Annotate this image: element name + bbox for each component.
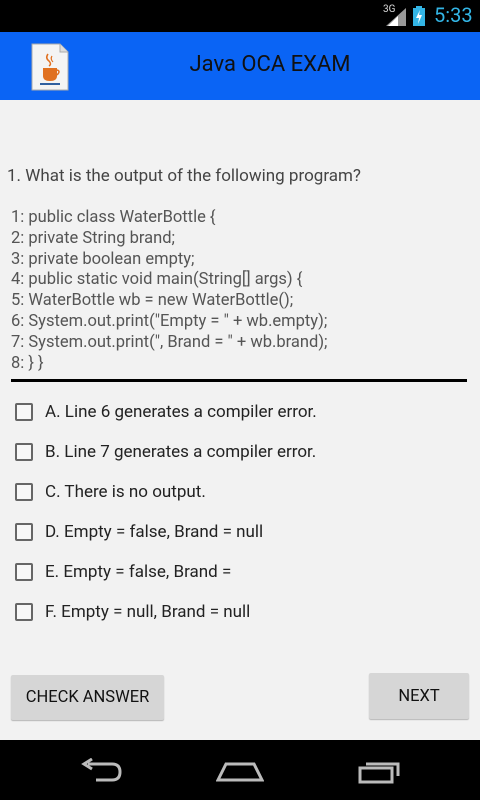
home-icon[interactable] (216, 760, 264, 782)
app-title: Java OCA EXAM (189, 52, 351, 77)
code-line: 1: public class WaterBottle { (11, 208, 216, 227)
checkbox[interactable] (15, 443, 33, 461)
option-c[interactable]: C. There is no output. (15, 472, 317, 512)
option-d[interactable]: D. Empty = false, Brand = null (15, 512, 317, 552)
option-label: E. Empty = false, Brand = (45, 562, 232, 582)
code-line: 3: private boolean empty; (11, 249, 195, 269)
code-line: 7: System.out.print(", Brand = " + wb.br… (11, 332, 328, 352)
option-a[interactable]: A. Line 6 generates a compiler error. (15, 392, 317, 432)
code-line: 2: private String brand; (11, 228, 176, 248)
signal-icon (386, 8, 406, 26)
next-button[interactable]: NEXT (369, 673, 469, 719)
check-answer-button[interactable]: CHECK ANSWER (11, 675, 164, 720)
code-line: 4: public static void main(String[] args… (11, 270, 303, 290)
clock: 5:33 (434, 3, 473, 27)
checkbox[interactable] (15, 483, 33, 501)
option-label: B. Line 7 generates a compiler error. (45, 442, 317, 462)
option-label: C. There is no output. (45, 482, 206, 502)
checkbox[interactable] (15, 523, 33, 541)
option-label: F. Empty = null, Brand = null (45, 602, 251, 622)
checkbox[interactable] (15, 603, 33, 621)
option-b[interactable]: B. Line 7 generates a compiler error. (15, 432, 317, 472)
option-e[interactable]: E. Empty = false, Brand = (15, 552, 317, 592)
answer-options: A. Line 6 generates a compiler error. B.… (15, 392, 317, 632)
action-bar: Java OCA EXAM (0, 32, 480, 100)
question-text: 1. What is the output of the following p… (7, 166, 361, 186)
option-f[interactable]: F. Empty = null, Brand = null (15, 592, 317, 632)
status-bar: 3G 5:33 (0, 0, 480, 32)
checkbox[interactable] (15, 563, 33, 581)
option-label: D. Empty = false, Brand = null (45, 522, 264, 542)
code-line: 5: WaterBottle wb = new WaterBottle(); (11, 291, 294, 311)
code-line: 6: System.out.print("Empty = " + wb.empt… (11, 311, 328, 331)
code-line: 8: } } (11, 353, 44, 373)
battery-charging-icon (413, 6, 425, 26)
back-icon[interactable] (78, 758, 122, 784)
checkbox[interactable] (15, 403, 33, 421)
recents-icon[interactable] (358, 758, 404, 784)
divider (11, 379, 467, 382)
navigation-bar (0, 740, 480, 800)
code-block: 1: public class WaterBottle { 2: private… (11, 208, 328, 374)
option-label: A. Line 6 generates a compiler error. (45, 402, 317, 422)
